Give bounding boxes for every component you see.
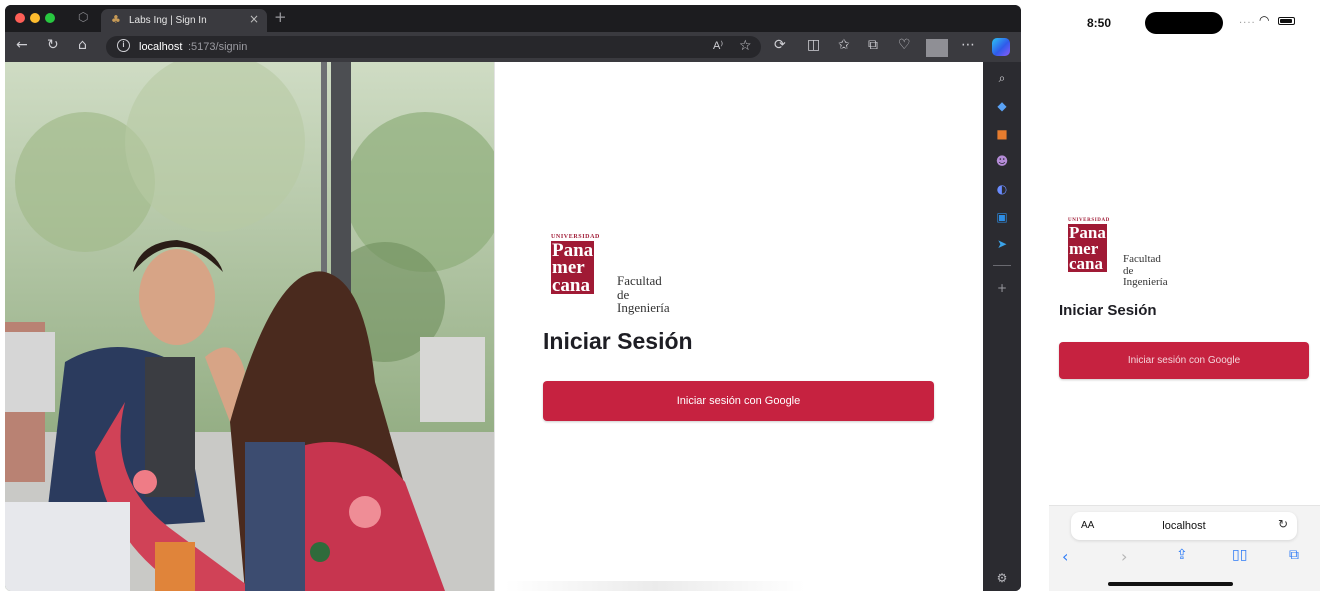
bottom-shadow	[505, 581, 805, 591]
faculty-line: Facultad de	[1123, 253, 1161, 277]
send-icon[interactable]: ➤	[983, 237, 1021, 251]
close-window-button[interactable]	[15, 13, 25, 23]
home-indicator	[1108, 582, 1233, 586]
workspaces-icon[interactable]: ⬡	[78, 10, 88, 24]
heart-icon[interactable]: ♡	[898, 37, 911, 53]
tree-icon: ♣	[111, 13, 121, 26]
maximize-window-button[interactable]	[45, 13, 55, 23]
forward-icon[interactable]: ›	[1121, 547, 1127, 566]
reload-icon[interactable]: ↻	[47, 37, 59, 53]
page-title: Iniciar Sesión	[543, 328, 693, 354]
profile-avatar[interactable]	[926, 39, 948, 57]
tabs-icon[interactable]: ⧉	[1289, 547, 1299, 563]
briefcase-icon[interactable]: ■	[983, 127, 1021, 141]
faculty-line: Facultad de	[617, 273, 662, 302]
close-tab-icon[interactable]: ×	[249, 12, 259, 26]
mobile-phone-view: 8:50 .... ◠ UNIVERSIDAD Pana mer cana Fa…	[1049, 5, 1320, 591]
copilot-sidebar-icon[interactable]: ◐	[983, 182, 1021, 196]
collections-icon[interactable]: ⧉	[868, 37, 878, 53]
outlook-icon[interactable]: ▣	[983, 210, 1021, 224]
extensions-icon[interactable]: ⟳	[774, 37, 786, 53]
url-bar[interactable]: AA localhost ↻	[1071, 512, 1297, 540]
search-icon[interactable]: ⌕	[983, 71, 1021, 86]
status-time: 8:50	[1087, 16, 1112, 30]
split-screen-icon[interactable]: ◫	[807, 37, 820, 53]
logo-faculty: Facultad de Ingeniería	[617, 274, 670, 315]
new-tab-button[interactable]: +	[274, 8, 287, 26]
read-aloud-icon[interactable]: A⁾	[713, 39, 723, 52]
desktop-browser-window: ⬡ ♣ Labs Ing | Sign In × + ← ↻ ⌂ i local…	[5, 5, 1021, 591]
copilot-icon[interactable]	[992, 38, 1010, 56]
page-title: Iniciar Sesión	[1059, 302, 1157, 319]
more-icon[interactable]: ⋯	[961, 37, 975, 53]
home-icon[interactable]: ⌂	[78, 37, 87, 53]
tab-labs-ing-sign-in[interactable]: ♣ Labs Ing | Sign In ×	[101, 9, 267, 32]
faculty-line: Ingeniería	[617, 300, 670, 316]
reload-icon[interactable]: ↻	[1278, 517, 1288, 531]
battery-icon	[1278, 17, 1295, 25]
wifi-icon: ◠	[1259, 13, 1270, 27]
signal-icon: ....	[1239, 15, 1256, 26]
page-divider	[494, 62, 495, 591]
people-icon[interactable]: ☻	[983, 154, 1021, 168]
sidebar-separator	[993, 265, 1011, 266]
add-icon[interactable]: +	[983, 281, 1021, 295]
address-path: :5173/signin	[188, 41, 248, 53]
logo-wordmark: Pana mer cana	[1068, 224, 1107, 272]
safari-bottom-bar: AA localhost ↻ ‹ › ⇪ ▯▯ ⧉	[1049, 505, 1320, 591]
share-icon[interactable]: ⇪	[1176, 547, 1188, 563]
edge-sidebar: ⌕ ◆ ■ ☻ ◐ ▣ ➤ + ⚙	[983, 62, 1021, 591]
tag-icon[interactable]: ◆	[983, 99, 1021, 113]
logo-faculty: Facultad de Ingeniería	[1123, 253, 1168, 289]
signin-page: UNIVERSIDAD Pana mer cana Facultad de In…	[5, 62, 983, 591]
settings-icon[interactable]: ⚙	[983, 571, 1021, 585]
minimize-window-button[interactable]	[30, 13, 40, 23]
logo-line: cana	[552, 274, 590, 296]
battery-level	[1280, 19, 1292, 23]
logo-line: cana	[1069, 254, 1103, 274]
logo-wordmark: Pana mer cana	[551, 241, 595, 296]
address-host: localhost	[139, 41, 183, 53]
bookmarks-icon[interactable]: ▯▯	[1232, 547, 1247, 563]
back-icon[interactable]: ‹	[1062, 547, 1068, 566]
site-info-icon[interactable]: i	[117, 39, 130, 52]
google-signin-button[interactable]: Iniciar sesión con Google	[543, 381, 934, 421]
tab-title: Labs Ing | Sign In	[129, 15, 207, 26]
universidad-panamericana-logo: UNIVERSIDAD Pana mer cana Facultad de In…	[551, 234, 670, 314]
students-illustration	[5, 62, 494, 591]
back-icon[interactable]: ←	[16, 37, 28, 53]
students-photo	[5, 62, 494, 591]
browser-toolbar: ← ↻ ⌂ i localhost :5173/signin A⁾ ☆ ⟳ ◫ …	[5, 32, 1021, 62]
title-bar: ⬡ ♣ Labs Ing | Sign In × +	[5, 5, 1021, 32]
universidad-panamericana-logo: UNIVERSIDAD Pana mer cana Facultad de In…	[1068, 218, 1168, 288]
favorites-icon[interactable]: ✩	[838, 37, 850, 53]
favorite-icon[interactable]: ☆	[739, 38, 752, 54]
google-signin-button[interactable]: Iniciar sesión con Google	[1059, 342, 1309, 379]
address-bar[interactable]: i localhost :5173/signin A⁾ ☆	[106, 36, 761, 58]
faculty-line: Ingeniería	[1123, 276, 1168, 289]
url-host: localhost	[1162, 520, 1206, 532]
dynamic-island	[1145, 12, 1223, 34]
